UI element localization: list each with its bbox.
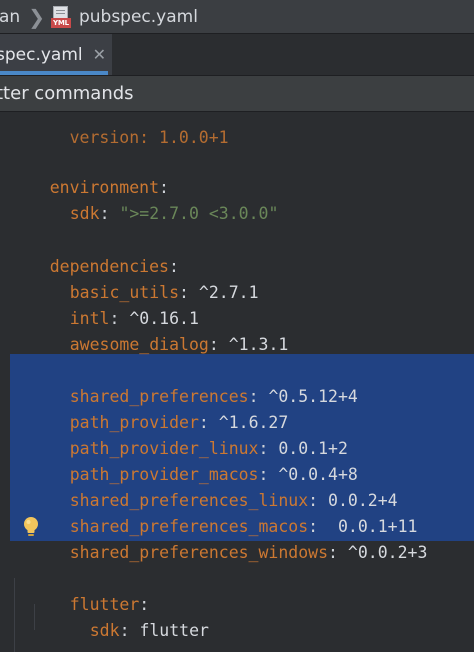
code-line-version: version: 1.0.0+1 xyxy=(69,128,229,147)
code-line-dependency: basic_utils: ^2.7.1 xyxy=(69,283,259,302)
code-line-selected-dependency: shared_preferences_linux: 0.0.2+4 xyxy=(69,491,398,510)
breadcrumb-item-file[interactable]: pubspec.yaml xyxy=(79,7,198,27)
code-line-selected-dependency: shared_preferences_windows: ^0.0.2+3 xyxy=(69,543,428,562)
lightbulb-icon[interactable] xyxy=(22,516,40,538)
editor-tab-bar: spec.yaml ✕ xyxy=(0,34,474,76)
active-tab-indicator xyxy=(0,71,108,75)
code-line-selected-dependency: shared_preferences_macos: 0.0.1+11 xyxy=(69,517,418,536)
code-line-selected-dependency: path_provider_linux: 0.0.1+2 xyxy=(69,439,348,458)
yaml-file-icon: YML xyxy=(50,5,71,28)
indent-guide xyxy=(14,578,15,652)
close-icon[interactable]: ✕ xyxy=(93,45,106,64)
flutter-commands-banner: tter commands xyxy=(0,76,474,112)
tab-label: spec.yaml xyxy=(0,44,83,65)
breadcrumb-separator-icon: ❯ xyxy=(28,4,45,29)
code-line-dependencies: dependencies: xyxy=(49,257,179,276)
code-line-flutter-sdk: sdk: flutter xyxy=(89,621,209,640)
breadcrumb: an ❯ YML pubspec.yaml xyxy=(0,0,474,34)
tab-pubspec[interactable]: spec.yaml ✕ xyxy=(0,34,112,75)
code-line-flutter: flutter: xyxy=(69,595,150,614)
code-line-selected-dependency: path_provider: ^1.6.27 xyxy=(69,413,289,432)
code-line-environment: environment: xyxy=(49,178,169,197)
code-line-dependency: awesome_dialog: ^1.3.1 xyxy=(69,335,289,354)
code-line-dependency: intl: ^0.16.1 xyxy=(69,309,199,328)
code-editor[interactable]: version: 1.0.0+1 environment: sdk: ">=2.… xyxy=(0,112,474,652)
breadcrumb-item-project[interactable]: an xyxy=(0,7,20,27)
code-line-sdk: sdk: ">=2.7.0 <3.0.0" xyxy=(69,204,279,223)
flutter-commands-link[interactable]: tter commands xyxy=(0,83,134,104)
code-line-selected-dependency: shared_preferences: ^0.5.12+4 xyxy=(69,387,358,406)
code-line-selected-dependency: path_provider_macos: ^0.0.4+8 xyxy=(69,465,358,484)
